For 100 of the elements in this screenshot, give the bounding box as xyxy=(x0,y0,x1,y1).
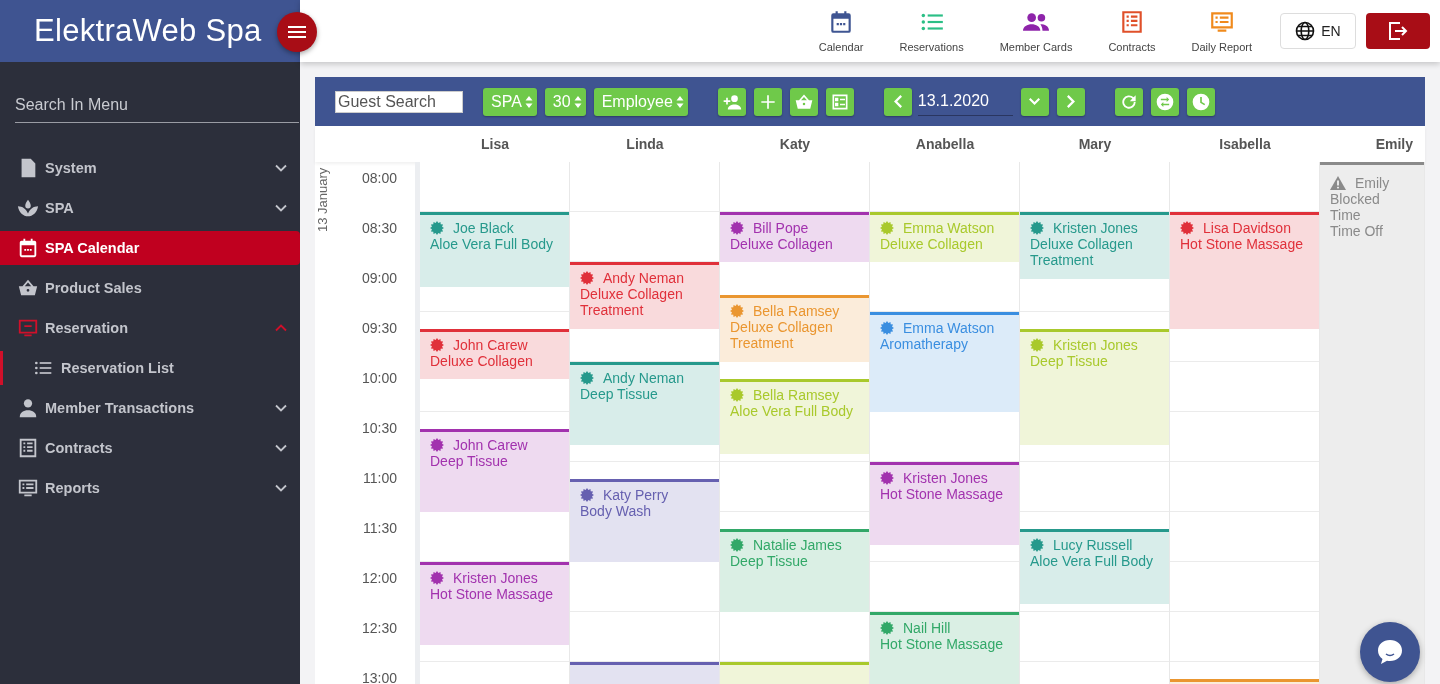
add-person-button[interactable] xyxy=(717,87,746,116)
basket-button[interactable] xyxy=(789,87,818,116)
refresh-button[interactable] xyxy=(1114,87,1143,116)
column-header: Anabella xyxy=(914,135,976,154)
service-name: Deluxe Collagen Treatment xyxy=(730,319,834,352)
customer-name: Emma Watson xyxy=(903,220,995,236)
service-name: Aloe Vera Full Body xyxy=(430,236,554,252)
column-header: Isabella xyxy=(1218,135,1272,154)
sort-arrows-icon xyxy=(524,94,533,109)
block-title: Blocked Time xyxy=(1330,191,1381,223)
time-label: 08:30 xyxy=(361,220,397,236)
chevron-left-icon xyxy=(893,95,902,108)
service-name: Deluxe Collagen Treatment xyxy=(580,286,684,318)
customer-name: Bella Ramsey xyxy=(753,386,840,403)
nav-button[interactable]: Member Cards xyxy=(981,9,1091,53)
nav-button[interactable]: Daily Report xyxy=(1173,9,1270,53)
service-name: Deep Tissue xyxy=(1030,352,1109,369)
sidebar-item[interactable]: Contracts xyxy=(0,431,300,465)
calendar-icon xyxy=(17,237,39,259)
appointment-card[interactable]: Andy Neman Deluxe Collagen Treatment xyxy=(570,262,719,329)
appointment-card[interactable]: Nail Hill Hot Stone Massage xyxy=(870,612,1019,684)
appointment-card[interactable]: Andy Neman Deep Tissue xyxy=(570,362,719,446)
service-name: Deluxe Collagen xyxy=(880,236,984,252)
block-reason: Time Off xyxy=(1330,223,1384,239)
chevron-down-button[interactable] xyxy=(1020,87,1049,116)
customer-name: Kristen Jones xyxy=(453,570,538,586)
swap-icon xyxy=(1154,91,1175,112)
service-name: Hot Stone Massage xyxy=(880,636,1004,652)
service-name: Deluxe Collagen Treatment xyxy=(1030,236,1134,268)
service-name: Hot Stone Massage xyxy=(430,586,554,602)
service-name: Deep Tissue xyxy=(430,452,509,469)
appointment-card[interactable]: Kristen Jones Deluxe Collagen Treatment xyxy=(1020,212,1169,279)
time-label: 11:30 xyxy=(363,520,397,536)
time-label: 12:30 xyxy=(361,620,397,636)
nav-button[interactable]: Reservations xyxy=(881,9,982,53)
checklist-button[interactable] xyxy=(825,87,854,116)
sort-arrows-icon xyxy=(675,94,684,109)
customer-name: Bill Pope xyxy=(753,220,809,236)
staff-name: Emily xyxy=(1355,175,1390,191)
guest-search-field[interactable]: Guest Search xyxy=(335,90,463,113)
time-label: 11:00 xyxy=(363,470,397,486)
sidebar-item[interactable]: SPA Calendar xyxy=(0,231,300,265)
blocked-time-card[interactable]: Emily Blocked Time Time Off xyxy=(1320,162,1424,684)
service-name: Body Wash xyxy=(580,502,652,519)
appointment-card[interactable]: Katy Perry Body Wash xyxy=(570,478,719,562)
swap-button[interactable] xyxy=(1150,87,1179,116)
nav-button[interactable]: Contracts xyxy=(1090,9,1174,53)
appointment-card[interactable]: John Carew Deluxe Collagen xyxy=(420,328,569,379)
menu-button[interactable] xyxy=(277,12,317,52)
time-label: 09:00 xyxy=(361,270,397,286)
customer-name: Kristen Jones xyxy=(903,470,988,486)
appointment-card[interactable]: Natalie James Deep Tissue xyxy=(720,528,869,612)
globe-icon xyxy=(1295,21,1316,41)
sidebar-subitem[interactable]: Reservation List xyxy=(0,351,300,385)
monitor-icon xyxy=(17,477,39,499)
chevron-down-icon xyxy=(1029,98,1041,105)
service-name: Deep Tissue xyxy=(730,552,809,569)
nav-button[interactable]: Calendar xyxy=(800,9,882,53)
time-label: 09:30 xyxy=(361,320,397,336)
appointment-card[interactable]: Bill Pope Deluxe Collagen xyxy=(720,212,869,262)
clock-button[interactable] xyxy=(1186,87,1215,116)
customer-name: Emma Watson xyxy=(903,320,995,336)
customer-name: Kristen Jones xyxy=(1053,336,1138,353)
appointment-card[interactable]: John Carew Deep Tissue xyxy=(420,428,569,512)
customer-name: Kristen Jones xyxy=(1053,220,1138,236)
sidebar-item[interactable]: Reports xyxy=(0,471,300,505)
date-field[interactable]: 13.1.2020 xyxy=(917,87,1013,116)
logout-button[interactable] xyxy=(1366,13,1430,49)
column-header: Linda xyxy=(625,135,665,154)
customer-name: Lucy Russell xyxy=(1053,536,1133,553)
sidebar-item[interactable]: System xyxy=(0,151,300,185)
warning-icon xyxy=(1330,176,1346,190)
appointment-card[interactable]: Lucy Russell Aloe Vera Full Body xyxy=(1020,528,1169,604)
service-name: Deluxe Collagen xyxy=(430,352,534,369)
sidebar-item[interactable]: SPA xyxy=(0,191,300,225)
sidebar-item[interactable]: Product Sales xyxy=(0,271,300,305)
date-label: 13 January xyxy=(315,168,331,235)
column-header: Katy xyxy=(778,135,812,154)
customer-name: John Carew xyxy=(453,436,528,453)
service-name: Aromatherapy xyxy=(880,336,969,352)
appointment-card[interactable]: Joe Black Aloe Vera Full Body xyxy=(420,212,569,287)
appointment-card[interactable]: Kristen Jones Hot Stone Massage xyxy=(870,462,1019,546)
customer-name: Nail Hill xyxy=(903,620,951,636)
logout-icon xyxy=(1387,20,1409,42)
plus-button[interactable] xyxy=(753,87,782,116)
service-name: Aloe Vera Full Body xyxy=(730,402,854,419)
menu-search-field[interactable]: Search In Menu xyxy=(15,92,299,123)
monitor-icon xyxy=(17,317,39,339)
time-label: 10:30 xyxy=(361,420,397,436)
chevron-right-button[interactable] xyxy=(1056,87,1085,116)
language-button[interactable]: EN xyxy=(1280,13,1356,49)
service-name: Hot Stone Massage xyxy=(880,486,1004,502)
customer-name: Katy Perry xyxy=(603,486,669,503)
appointment-card[interactable]: Kristen Jones Hot Stone Massage xyxy=(420,562,569,646)
appointment-card[interactable]: Emma Watson Aromatherapy xyxy=(870,312,1019,412)
time-label: 08:00 xyxy=(361,170,397,186)
sidebar-item[interactable]: Reservation xyxy=(0,311,300,345)
chevron-left-button[interactable] xyxy=(883,87,912,116)
sidebar-item[interactable]: Member Transactions xyxy=(0,391,300,425)
appointment-card[interactable]: Lisa Davidson Hot Stone Massage xyxy=(1170,212,1319,329)
